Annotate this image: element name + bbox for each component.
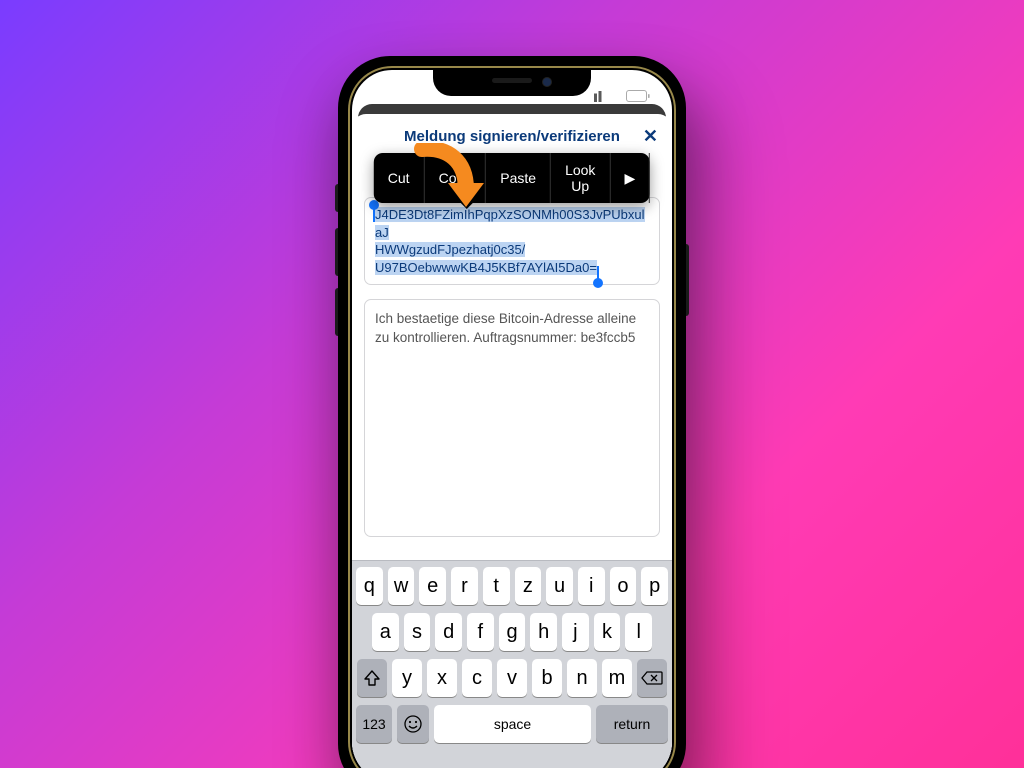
selection-handle-end[interactable] bbox=[593, 278, 603, 288]
text-edit-menu: Cut Copy Paste Look Up ▶ bbox=[374, 153, 650, 203]
key-h[interactable]: h bbox=[530, 613, 557, 651]
key-t[interactable]: t bbox=[483, 567, 510, 605]
key-l[interactable]: l bbox=[625, 613, 652, 651]
lookup-button[interactable]: Look Up bbox=[551, 153, 610, 203]
selected-text-line3: U97BOebwwwKB4J5KBf7AYlAI5Da0= bbox=[375, 260, 597, 275]
key-n[interactable]: n bbox=[567, 659, 597, 697]
key-p[interactable]: p bbox=[641, 567, 668, 605]
sheet-header: Meldung signieren/verifizieren ✕ bbox=[352, 114, 672, 157]
close-button[interactable]: ✕ bbox=[643, 126, 658, 147]
numbers-key[interactable]: 123 bbox=[356, 705, 392, 743]
keyboard-row-2: a s d f g h j k l bbox=[356, 613, 668, 651]
sheet-content: Cut Copy Paste Look Up ▶ J4DE3Dt8FZimIhP… bbox=[352, 157, 672, 560]
message-text: Ich bestaetige diese Bitcoin-Adresse all… bbox=[375, 311, 636, 345]
selected-text-line2: HWWgzudFJpezhatj0c35/ bbox=[375, 242, 525, 257]
volume-down-button bbox=[335, 288, 338, 336]
keyboard-row-4: 123 space return bbox=[356, 705, 668, 743]
key-k[interactable]: k bbox=[594, 613, 621, 651]
notch bbox=[433, 70, 591, 96]
key-c[interactable]: c bbox=[462, 659, 492, 697]
key-d[interactable]: d bbox=[435, 613, 462, 651]
mute-switch bbox=[335, 184, 338, 212]
volume-up-button bbox=[335, 228, 338, 276]
sheet-title: Meldung signieren/verifizieren bbox=[404, 128, 620, 145]
cut-button[interactable]: Cut bbox=[374, 153, 425, 203]
key-v[interactable]: v bbox=[497, 659, 527, 697]
cellular-icon bbox=[585, 91, 602, 102]
key-s[interactable]: s bbox=[404, 613, 431, 651]
phone-screen: 21:03 Meldung signieren/verifizieren ✕ bbox=[352, 70, 672, 768]
onscreen-keyboard: q w e r t z u i o p a s d bbox=[352, 560, 672, 768]
key-u[interactable]: u bbox=[546, 567, 573, 605]
key-x[interactable]: x bbox=[427, 659, 457, 697]
key-q[interactable]: q bbox=[356, 567, 383, 605]
key-g[interactable]: g bbox=[499, 613, 526, 651]
key-m[interactable]: m bbox=[602, 659, 632, 697]
copy-button[interactable]: Copy bbox=[425, 153, 487, 203]
status-icons bbox=[585, 90, 650, 102]
keyboard-row-1: q w e r t z u i o p bbox=[356, 567, 668, 605]
key-o[interactable]: o bbox=[610, 567, 637, 605]
keyboard-row-3: y x c v b n m bbox=[356, 659, 668, 697]
backspace-key[interactable] bbox=[637, 659, 667, 697]
signature-field[interactable]: J4DE3Dt8FZimIhPqpXzSONMh00S3JvPUbxulaJ H… bbox=[364, 197, 660, 285]
key-j[interactable]: j bbox=[562, 613, 589, 651]
message-field[interactable]: Ich bestaetige diese Bitcoin-Adresse all… bbox=[364, 299, 660, 537]
emoji-key[interactable] bbox=[397, 705, 429, 743]
battery-icon bbox=[626, 90, 650, 102]
modal-sheet: Meldung signieren/verifizieren ✕ Cut Cop… bbox=[352, 114, 672, 768]
key-f[interactable]: f bbox=[467, 613, 494, 651]
key-y[interactable]: y bbox=[392, 659, 422, 697]
more-menu-button[interactable]: ▶ bbox=[610, 153, 650, 203]
space-key[interactable]: space bbox=[434, 705, 591, 743]
shift-key[interactable] bbox=[357, 659, 387, 697]
emoji-icon bbox=[403, 714, 423, 734]
key-i[interactable]: i bbox=[578, 567, 605, 605]
paste-button[interactable]: Paste bbox=[486, 153, 551, 203]
key-b[interactable]: b bbox=[532, 659, 562, 697]
return-key[interactable]: return bbox=[596, 705, 668, 743]
status-time: 21:03 bbox=[380, 88, 416, 104]
key-r[interactable]: r bbox=[451, 567, 478, 605]
key-w[interactable]: w bbox=[388, 567, 415, 605]
key-a[interactable]: a bbox=[372, 613, 399, 651]
key-e[interactable]: e bbox=[419, 567, 446, 605]
shift-icon bbox=[363, 670, 381, 686]
power-button bbox=[686, 244, 689, 316]
key-z[interactable]: z bbox=[515, 567, 542, 605]
wifi-icon bbox=[606, 91, 622, 102]
backspace-icon bbox=[641, 671, 663, 685]
phone-frame: 21:03 Meldung signieren/verifizieren ✕ bbox=[338, 56, 686, 768]
selected-text-line1: J4DE3Dt8FZimIhPqpXzSONMh00S3JvPUbxulaJ bbox=[375, 207, 645, 240]
